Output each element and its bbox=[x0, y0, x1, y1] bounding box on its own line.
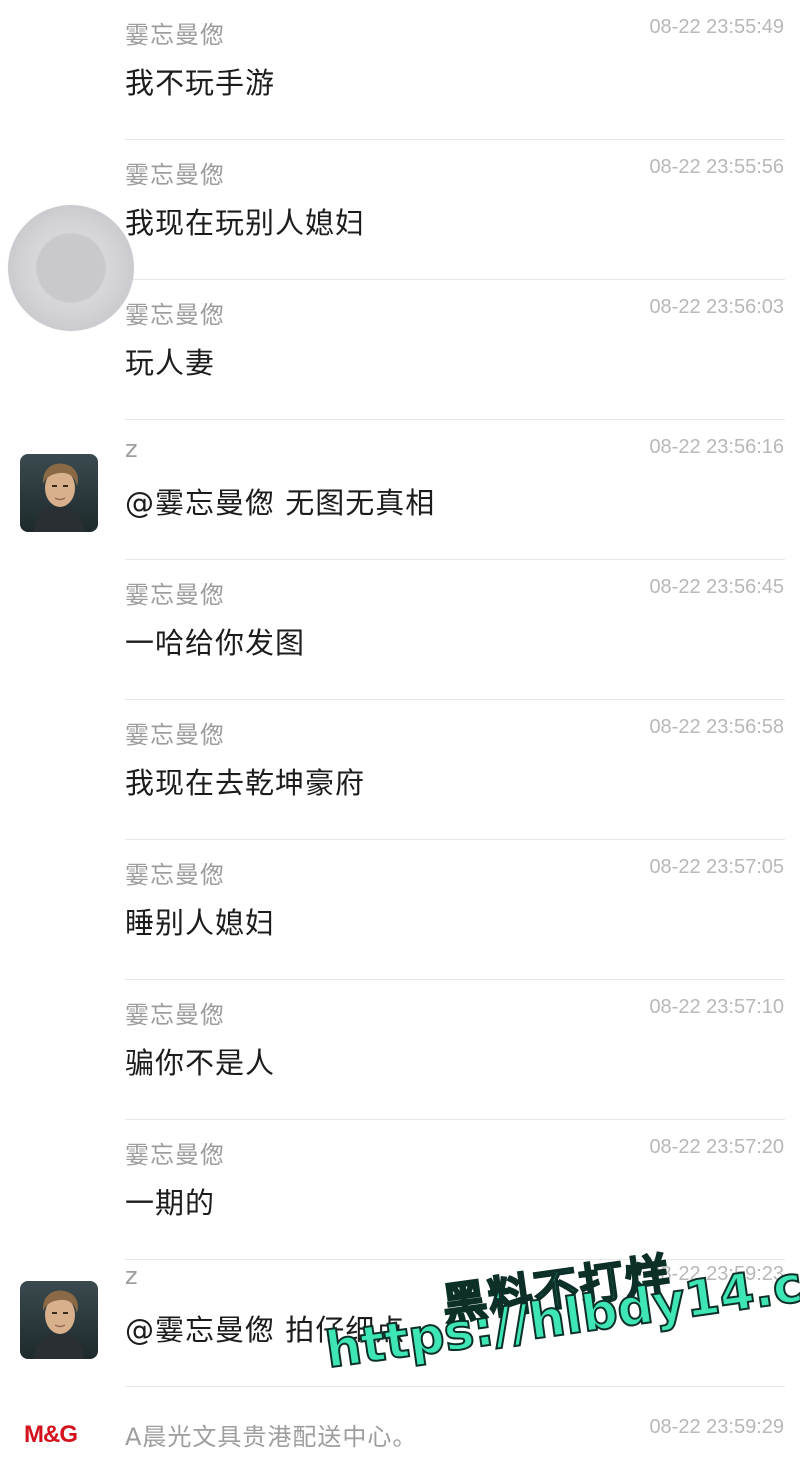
message-text: 我现在去乾坤豪府 bbox=[125, 766, 366, 800]
avatar-portrait-icon bbox=[20, 1281, 98, 1359]
sender-name: 霎忘曼偬 bbox=[125, 1001, 225, 1029]
message-text: 一期的 bbox=[125, 1186, 216, 1220]
sender-name: 霎忘曼偬 bbox=[125, 721, 225, 749]
sender-name: 霎忘曼偬 bbox=[125, 301, 225, 329]
message-time: 08-22 23:56:58 bbox=[649, 716, 784, 738]
sender-name: 霎忘曼偬 bbox=[125, 1141, 225, 1169]
message-text: 骗你不是人 bbox=[125, 1046, 276, 1080]
user-avatar[interactable] bbox=[20, 1281, 98, 1359]
chat-message[interactable]: z 08-22 23:56:16 @霎忘曼偬 无图无真相 bbox=[0, 420, 800, 560]
sender-name: 霎忘曼偬 bbox=[125, 161, 225, 189]
sender-name: 霎忘曼偬 bbox=[125, 581, 225, 609]
message-text: 我不玩手游 bbox=[125, 66, 276, 100]
message-time: 08-22 23:59:23 bbox=[649, 1263, 784, 1285]
message-time: 08-22 23:57:20 bbox=[649, 1136, 784, 1158]
message-text: 睡别人媳妇 bbox=[125, 906, 276, 940]
message-time: 08-22 23:57:05 bbox=[649, 856, 784, 878]
chat-message[interactable]: 霎忘曼偬 08-22 23:55:49 我不玩手游 bbox=[0, 0, 800, 140]
message-time: 08-22 23:56:16 bbox=[649, 436, 784, 458]
message-text: @霎忘曼偬 无图无真相 bbox=[125, 486, 436, 520]
sender-name: z bbox=[125, 435, 139, 463]
chat-message[interactable]: 霎忘曼偬 08-22 23:56:58 我现在去乾坤豪府 bbox=[0, 700, 800, 840]
chat-message[interactable]: 霎忘曼偬 08-22 23:57:10 骗你不是人 bbox=[0, 980, 800, 1120]
user-avatar[interactable] bbox=[20, 454, 98, 532]
chat-message[interactable]: 霎忘曼偬 08-22 23:56:45 一哈给你发图 bbox=[0, 560, 800, 700]
message-text: 我现在玩别人媳妇 bbox=[125, 206, 366, 240]
message-time: 08-22 23:55:49 bbox=[649, 16, 784, 38]
chat-message[interactable]: z 08-22 23:59:23 @霎忘曼偬 拍仔细点 bbox=[0, 1247, 800, 1387]
avatar-portrait-icon bbox=[20, 454, 98, 532]
message-text: A晨光文具贵港配送中心。 bbox=[125, 1423, 418, 1451]
assistive-touch-button[interactable] bbox=[8, 205, 134, 331]
message-time: 08-22 23:59:29 bbox=[649, 1416, 784, 1438]
chat-message-list: 霎忘曼偬 08-22 23:55:49 我不玩手游 霎忘曼偬 08-22 23:… bbox=[0, 0, 800, 1461]
chat-message[interactable]: 霎忘曼偬 08-22 23:57:20 一期的 bbox=[0, 1120, 800, 1260]
chat-message[interactable]: M&G A晨光文具贵港配送中心。 08-22 23:59:29 bbox=[0, 1387, 800, 1461]
message-text: 玩人妻 bbox=[125, 346, 216, 380]
sender-name: z bbox=[125, 1262, 139, 1290]
message-text: @霎忘曼偬 拍仔细点 bbox=[125, 1313, 406, 1347]
message-text: 一哈给你发图 bbox=[125, 626, 306, 660]
brand-logo: M&G bbox=[24, 1421, 78, 1448]
message-time: 08-22 23:55:56 bbox=[649, 156, 784, 178]
sender-name: 霎忘曼偬 bbox=[125, 861, 225, 889]
chat-message[interactable]: 霎忘曼偬 08-22 23:57:05 睡别人媳妇 bbox=[0, 840, 800, 980]
message-time: 08-22 23:56:45 bbox=[649, 576, 784, 598]
message-time: 08-22 23:57:10 bbox=[649, 996, 784, 1018]
sender-name: 霎忘曼偬 bbox=[125, 21, 225, 49]
message-time: 08-22 23:56:03 bbox=[649, 296, 784, 318]
